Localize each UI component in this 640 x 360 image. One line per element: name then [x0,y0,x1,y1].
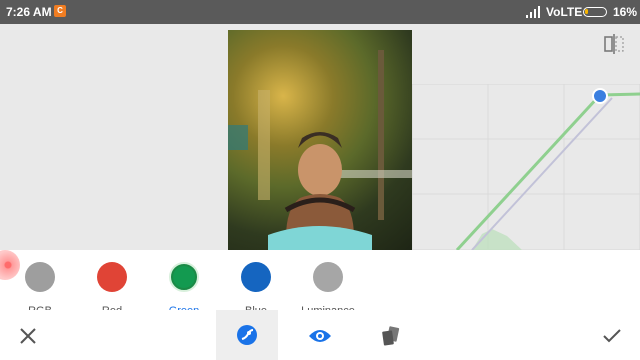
channel-green[interactable]: Green [149,262,219,316]
preview-button[interactable] [302,318,338,354]
close-icon [20,328,36,344]
editor-canvas[interactable] [0,24,640,250]
channel-red[interactable]: Red [77,262,147,316]
status-bar: 7:26 AM C VoLTE 16% [0,0,640,24]
photo-image [228,50,412,250]
channel-swatch [25,262,55,292]
channel-swatch [169,262,199,292]
presets-button[interactable] [372,318,408,354]
channel-swatch [241,262,271,292]
check-icon [603,329,621,343]
curves-tool-icon [237,325,257,345]
notification-icon: C [54,5,66,17]
cancel-button[interactable] [10,318,46,354]
channel-blue[interactable]: Blue [221,262,291,316]
channel-rgb[interactable]: RGB [5,262,75,316]
channel-luminance[interactable]: Luminance [293,262,363,316]
bottom-toolbar [0,310,640,360]
curves-graph[interactable] [412,84,640,250]
presets-icon [382,326,400,346]
channel-swatch [97,262,127,292]
status-time: 7:26 AM [6,5,52,19]
photo-preview[interactable] [228,30,412,250]
split-compare-icon[interactable] [603,34,625,54]
apply-button[interactable] [594,318,630,354]
battery-percent: 16% [613,5,638,19]
battery-icon [583,7,607,17]
curves-tool-button[interactable] [216,310,278,360]
network-label: VoLTE [546,5,583,19]
signal-icon [526,6,540,18]
eye-icon [309,330,331,342]
channel-swatch [313,262,343,292]
curve-control-point [592,88,608,104]
